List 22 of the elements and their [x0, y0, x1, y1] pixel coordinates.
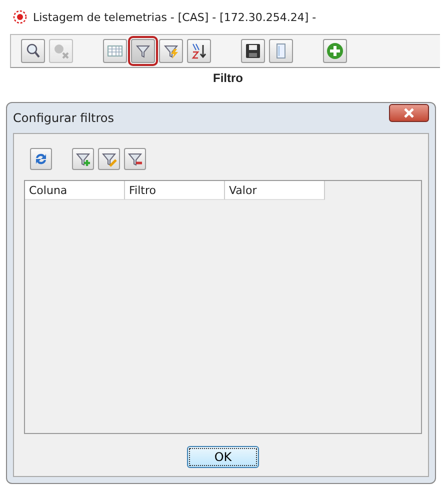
window-title: Listagem de telemetrias - [CAS] - [172.30.254.24] - — [33, 10, 316, 24]
toolbar-button[interactable] — [124, 148, 146, 170]
search-clear-icon — [52, 42, 70, 60]
toolbar-button[interactable] — [241, 39, 265, 63]
app-icon — [13, 10, 27, 24]
close-icon — [404, 108, 414, 118]
dialog-title: Configurar filtros — [13, 111, 114, 125]
toolbar-button[interactable] — [98, 148, 120, 170]
toolbar-button[interactable] — [21, 39, 45, 63]
column-header[interactable]: Filtro — [125, 181, 225, 200]
toolbar-button[interactable] — [187, 39, 211, 63]
toolbar-button[interactable] — [159, 39, 183, 63]
close-button[interactable] — [389, 104, 429, 122]
toolbar-button[interactable] — [72, 148, 94, 170]
sort-icon — [190, 42, 208, 60]
column-header[interactable]: Coluna — [25, 181, 125, 200]
ok-button[interactable]: OK — [187, 446, 259, 468]
column-header[interactable]: Valor — [225, 181, 325, 200]
tooltip-label: Filtro — [213, 71, 243, 85]
plus-icon — [326, 42, 344, 60]
search-icon — [24, 42, 42, 60]
floppy-icon — [244, 42, 262, 60]
